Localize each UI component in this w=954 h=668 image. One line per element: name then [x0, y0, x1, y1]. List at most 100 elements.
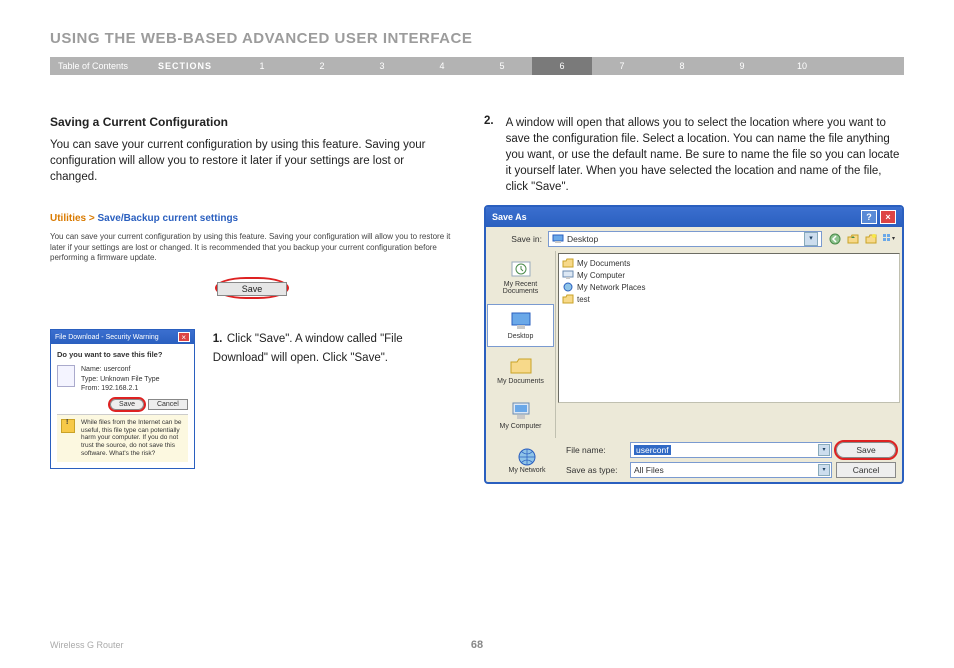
list-item-label: test	[577, 295, 590, 304]
close-icon[interactable]: ×	[880, 210, 896, 224]
place-mydocs-label: My Documents	[490, 378, 551, 385]
nav-toc-link[interactable]: Table of Contents	[58, 61, 128, 71]
page-number: 68	[50, 639, 904, 651]
step-2-text: A window will open that allows you to se…	[506, 115, 904, 195]
utility-description: You can save your current configuration …	[50, 232, 454, 263]
close-icon[interactable]: ×	[178, 332, 190, 342]
file-icon	[57, 365, 75, 387]
nav-section-4[interactable]: 4	[412, 61, 472, 71]
fd-save-button[interactable]: Save	[110, 399, 144, 410]
save-as-cancel-button[interactable]: Cancel	[836, 462, 896, 478]
nav-section-1[interactable]: 1	[232, 61, 292, 71]
nav-section-6[interactable]: 6	[532, 57, 592, 75]
chevron-down-icon[interactable]: ▾	[804, 232, 818, 246]
save-as-toolbar: Save in: Desktop ▾	[486, 227, 902, 251]
intro-paragraph: You can save your current configuration …	[50, 137, 454, 185]
file-download-dialog: File Download - Security Warning × Do yo…	[50, 329, 195, 468]
list-item[interactable]: test	[562, 293, 896, 305]
name-value: userconf	[104, 366, 131, 373]
new-folder-icon[interactable]	[864, 232, 878, 246]
name-label: Name:	[81, 366, 102, 373]
breadcrumb-current: Save/Backup current settings	[98, 213, 239, 224]
nav-section-3[interactable]: 3	[352, 61, 412, 71]
saveastype-label: Save as type:	[566, 465, 626, 475]
folder-icon	[509, 356, 533, 376]
chevron-down-icon[interactable]: ▾	[818, 464, 830, 476]
nav-section-9[interactable]: 9	[712, 61, 772, 71]
filename-input[interactable]: userconf ▾	[630, 442, 832, 458]
nav-section-8[interactable]: 8	[652, 61, 712, 71]
page-footer: Wireless G Router 68	[50, 640, 904, 650]
folder-icon	[562, 294, 574, 304]
type-value: Unknown File Type	[100, 376, 159, 383]
nav-section-7[interactable]: 7	[592, 61, 652, 71]
place-desktop[interactable]: Desktop	[487, 304, 554, 347]
section-nav-bar: Table of Contents SECTIONS 1 2 3 4 5 6 7…	[50, 57, 904, 75]
left-column: Saving a Current Configuration You can s…	[50, 115, 454, 484]
nav-section-10[interactable]: 10	[772, 61, 832, 71]
dialog-titlebar: File Download - Security Warning ×	[51, 330, 194, 344]
places-bar: My Recent Documents Desktop My Documents…	[486, 251, 556, 438]
nav-section-2[interactable]: 2	[292, 61, 352, 71]
list-item-label: My Documents	[577, 259, 630, 268]
from-value: 192.168.2.1	[101, 385, 138, 392]
breadcrumb-utilities: Utilities >	[50, 213, 98, 224]
list-item[interactable]: My Computer	[562, 269, 896, 281]
step-1-number: 1.	[213, 333, 223, 345]
folder-icon	[562, 258, 574, 268]
place-my-documents[interactable]: My Documents	[487, 349, 554, 392]
nav-sections-label: SECTIONS	[158, 61, 212, 71]
place-recent-documents[interactable]: My Recent Documents	[487, 252, 554, 302]
back-icon[interactable]	[828, 232, 842, 246]
nav-section-5[interactable]: 5	[472, 61, 532, 71]
saveastype-value: All Files	[634, 465, 664, 475]
list-item[interactable]: My Documents	[562, 257, 896, 269]
save-in-dropdown[interactable]: Desktop ▾	[548, 231, 822, 247]
view-menu-icon[interactable]	[882, 232, 896, 246]
list-item-label: My Computer	[577, 271, 625, 280]
network-icon	[515, 447, 539, 467]
from-label: From:	[81, 385, 99, 392]
place-my-computer[interactable]: My Computer	[487, 394, 554, 437]
help-icon[interactable]: ?	[861, 210, 877, 224]
list-item[interactable]: My Network Places	[562, 281, 896, 293]
list-item-label: My Network Places	[577, 283, 645, 292]
place-mycomp-label: My Computer	[490, 423, 551, 430]
dialog-title: File Download - Security Warning	[55, 334, 159, 341]
save-as-title: Save As	[492, 212, 527, 222]
saveastype-dropdown[interactable]: All Files ▾	[630, 462, 832, 478]
warning-text: While files from the Internet can be use…	[81, 419, 184, 458]
save-as-save-button[interactable]: Save	[836, 442, 896, 458]
save-as-dialog: Save As ? × Save in: Desktop ▾	[484, 205, 904, 484]
place-mynet-label: My Network	[492, 467, 562, 474]
fd-cancel-button[interactable]: Cancel	[148, 399, 188, 410]
file-listing[interactable]: My Documents My Computer My Network Plac…	[558, 253, 900, 403]
up-folder-icon[interactable]	[846, 232, 860, 246]
breadcrumb: Utilities > Save/Backup current settings	[50, 213, 454, 224]
step-2-number: 2.	[484, 115, 494, 195]
recent-icon	[509, 259, 533, 279]
dialog-question: Do you want to save this file?	[57, 350, 188, 359]
filename-label: File name:	[566, 445, 626, 455]
save-button[interactable]: Save	[217, 282, 288, 296]
warning-icon	[61, 419, 75, 433]
save-as-titlebar: Save As ? ×	[486, 207, 902, 227]
place-my-network[interactable]: My Network	[492, 447, 562, 474]
type-label: Type:	[81, 376, 98, 383]
place-desktop-label: Desktop	[490, 333, 551, 340]
network-icon	[562, 282, 574, 292]
highlighted-save-button-ring: Save	[215, 277, 290, 299]
save-in-value: Desktop	[567, 234, 598, 244]
right-column: 2. A window will open that allows you to…	[484, 115, 904, 484]
section-heading: Saving a Current Configuration	[50, 115, 454, 129]
step-1-text: Click "Save". A window called "File Down…	[213, 333, 403, 363]
filename-value: userconf	[634, 445, 671, 455]
chevron-down-icon[interactable]: ▾	[818, 444, 830, 456]
step-1: 1. Click "Save". A window called "File D…	[213, 329, 454, 365]
place-recent-label: My Recent Documents	[490, 281, 551, 295]
save-in-label: Save in:	[492, 234, 542, 244]
desktop-icon	[509, 311, 533, 331]
page-title: USING THE WEB-BASED ADVANCED USER INTERF…	[50, 30, 904, 47]
file-metadata: Name: userconf Type: Unknown File Type F…	[81, 365, 159, 392]
computer-icon	[562, 270, 574, 280]
